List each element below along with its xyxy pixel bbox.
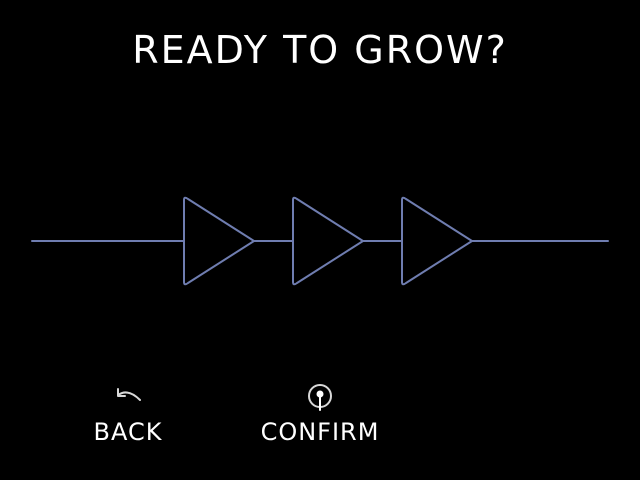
chevron-right-icon [401, 196, 473, 286]
confirm-label: CONFIRM [260, 418, 380, 446]
undo-arrow-icon [112, 382, 144, 412]
page-title: READY TO GROW? [132, 28, 508, 72]
back-label: BACK [93, 418, 163, 446]
confirm-button[interactable]: CONFIRM [254, 382, 386, 446]
chevron-right-icon [183, 196, 255, 286]
back-button[interactable]: BACK [88, 382, 168, 446]
pin-circle-icon [304, 382, 336, 412]
chevron-right-icon [292, 196, 364, 286]
